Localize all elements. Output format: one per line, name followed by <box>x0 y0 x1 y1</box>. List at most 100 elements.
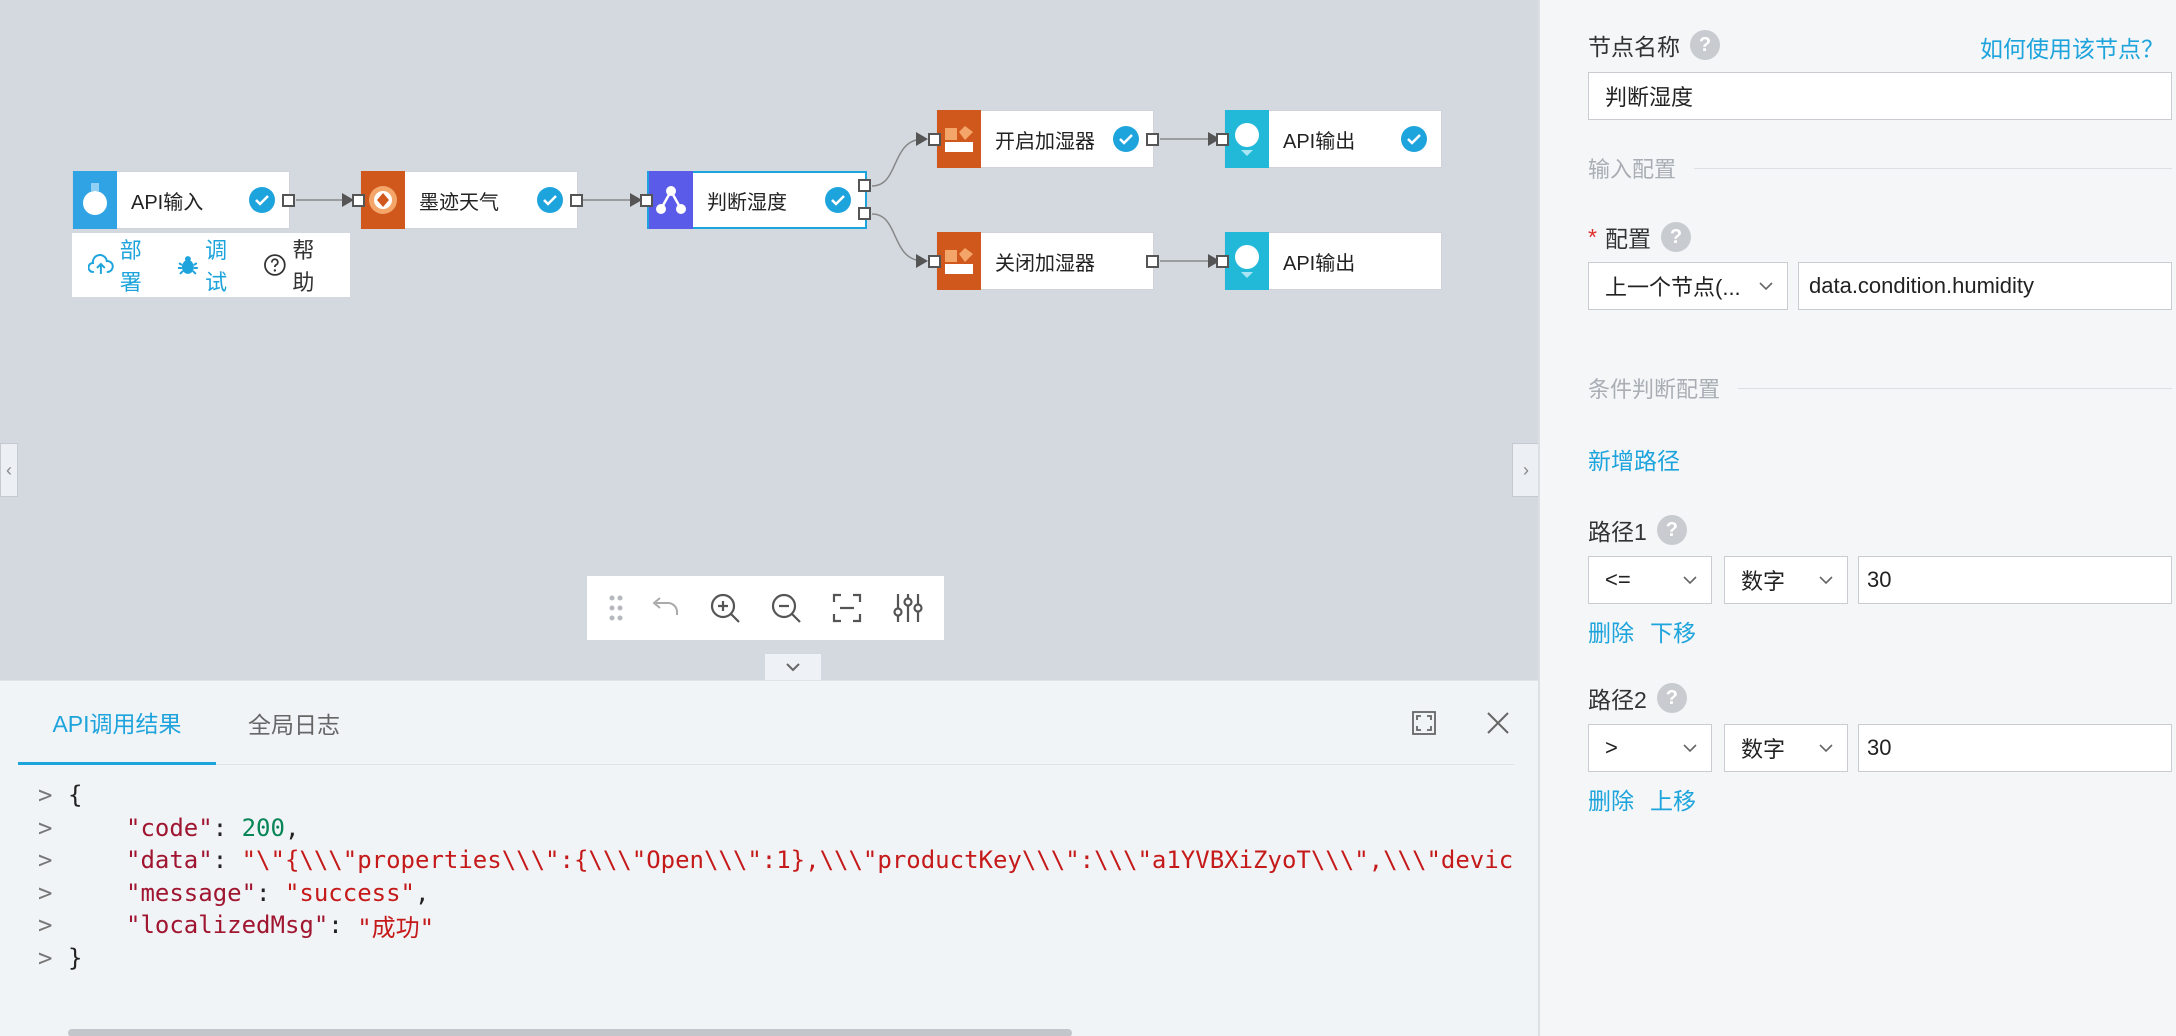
code-gutter: > <box>38 781 53 810</box>
node-close-humidifier[interactable]: 关闭加湿器 <box>936 232 1154 290</box>
add-path-link[interactable]: 新增路径 <box>1588 442 1680 476</box>
how-to-use-link[interactable]: 如何使用该节点？ <box>1980 30 2164 64</box>
operator-value: <= <box>1605 567 1631 592</box>
input-port[interactable] <box>1216 133 1229 146</box>
tab-api-result[interactable]: API调用结果 <box>18 681 216 765</box>
node-label: API输出 <box>1283 130 1356 153</box>
config-source-value: 上一个节点(... <box>1605 275 1741 300</box>
maximize-icon[interactable] <box>1406 705 1442 741</box>
config-label-row: * 配置 ? <box>1588 220 1691 254</box>
path-1-delete-link[interactable]: 删除 <box>1588 614 1634 648</box>
help-question-icon[interactable]: ? <box>1656 683 1687 713</box>
question-circle-icon <box>263 254 286 276</box>
output-port[interactable] <box>570 194 583 207</box>
result-tabs: API调用结果 全局日志 <box>18 681 1514 765</box>
operator-value: > <box>1605 735 1618 760</box>
path-1-move-down-link[interactable]: 下移 <box>1650 614 1696 648</box>
input-port[interactable] <box>352 194 365 207</box>
drag-handle-icon[interactable] <box>599 576 633 640</box>
input-config-section: 输入配置 <box>1588 152 2172 184</box>
path-2-type-select[interactable]: 数字 <box>1724 724 1848 772</box>
code-gutter: > <box>38 911 53 940</box>
api-output-icon <box>1225 110 1269 168</box>
chevron-right-icon: › <box>1523 459 1529 480</box>
input-port[interactable] <box>928 255 941 268</box>
code-text: { <box>68 781 83 810</box>
code-gutter: > <box>38 878 53 907</box>
path-2-label-row: 路径2 ? <box>1588 681 1687 715</box>
code-end: , <box>284 813 300 842</box>
horizontal-scrollbar[interactable] <box>68 1029 1072 1036</box>
settings-sliders-icon[interactable] <box>877 576 938 640</box>
path-2-move-up-link[interactable]: 上移 <box>1650 782 1696 816</box>
required-marker: * <box>1588 223 1597 250</box>
chevron-left-icon: ‹ <box>6 459 12 480</box>
node-label: 开启加湿器 <box>995 130 1095 153</box>
input-port[interactable] <box>928 133 941 146</box>
path-1-value-input[interactable]: 30 <box>1858 556 2172 604</box>
node-moji-weather[interactable]: 墨迹天气 <box>360 171 578 229</box>
node-name-input[interactable]: 判断湿度 <box>1588 72 2172 120</box>
output-port[interactable] <box>1146 133 1159 146</box>
path-1-type-select[interactable]: 数字 <box>1724 556 1848 604</box>
path-label: 路径2 <box>1588 687 1647 713</box>
node-open-humidifier[interactable]: 开启加湿器 <box>936 110 1154 168</box>
path-2-operator-select[interactable]: > <box>1588 724 1712 772</box>
debug-button[interactable]: 调试 <box>177 233 248 297</box>
node-label: API输入 <box>131 191 204 214</box>
device-action-icon <box>937 110 981 168</box>
chevron-down-icon <box>1759 282 1773 291</box>
deploy-button[interactable]: 部署 <box>88 233 163 297</box>
help-question-icon[interactable]: ? <box>1690 30 1720 60</box>
flow-canvas[interactable]: API输入 墨迹天气 判断湿度 开启加湿器 API输出 关闭加湿器 API输出 … <box>0 0 1540 680</box>
condition-branch-icon <box>649 171 693 229</box>
node-api-input[interactable]: API输入 <box>72 171 290 229</box>
check-icon <box>249 187 275 213</box>
zoom-in-icon[interactable] <box>694 576 755 640</box>
canvas-toolbar <box>587 576 944 640</box>
chevron-down-icon <box>786 663 800 672</box>
type-value: 数字 <box>1741 737 1786 762</box>
help-question-icon[interactable]: ? <box>1660 222 1691 252</box>
zoom-out-icon[interactable] <box>755 576 816 640</box>
node-api-output-2[interactable]: API输出 <box>1224 232 1442 290</box>
config-path-input[interactable]: data.condition.humidity <box>1798 262 2172 310</box>
path-2-value-input[interactable]: 30 <box>1858 724 2172 772</box>
output-port-1[interactable] <box>858 179 871 192</box>
input-port[interactable] <box>1216 255 1229 268</box>
node-label: API输出 <box>1283 252 1356 275</box>
close-icon[interactable] <box>1480 705 1516 741</box>
cloud-upload-icon <box>88 254 114 274</box>
fit-view-icon[interactable] <box>816 576 877 640</box>
undo-icon[interactable] <box>633 576 694 640</box>
code-key: "data" <box>126 846 213 875</box>
chevron-down-icon <box>1819 744 1833 753</box>
node-action-bar: 部署 调试 帮助 <box>72 233 350 297</box>
collapse-right-panel-button[interactable]: › <box>1512 443 1540 497</box>
output-port-2[interactable] <box>858 207 871 220</box>
path-1-label-row: 路径1 ? <box>1588 513 1687 547</box>
config-source-select[interactable]: 上一个节点(... <box>1588 262 1788 310</box>
deploy-label: 部署 <box>119 238 142 295</box>
help-question-icon[interactable]: ? <box>1656 515 1687 545</box>
tab-global-log[interactable]: 全局日志 <box>248 681 388 765</box>
code-sep: : <box>212 813 242 842</box>
input-port[interactable] <box>640 194 653 207</box>
code-gutter: > <box>38 813 53 842</box>
path-1-operator-select[interactable]: <= <box>1588 556 1712 604</box>
config-label: 配置 <box>1604 226 1651 252</box>
output-port[interactable] <box>282 194 295 207</box>
help-button[interactable]: 帮助 <box>263 233 336 297</box>
api-result-code: >{ > "code": 200, > "data": "\"{\\\"proper… <box>0 779 1514 999</box>
node-judge-humidity[interactable]: 判断湿度 <box>647 171 867 229</box>
collapse-bottom-panel-button[interactable] <box>765 654 821 680</box>
chevron-down-icon <box>1683 744 1697 753</box>
code-key: "localizedMsg" <box>126 911 329 940</box>
output-port[interactable] <box>1146 255 1159 268</box>
node-api-output-1[interactable]: API输出 <box>1224 110 1442 168</box>
code-line: >{ <box>0 779 1514 812</box>
path-2-delete-link[interactable]: 删除 <box>1588 782 1634 816</box>
code-value: "成功" <box>357 913 435 942</box>
collapse-left-button[interactable]: ‹ <box>0 443 18 497</box>
device-action-icon <box>937 232 981 290</box>
